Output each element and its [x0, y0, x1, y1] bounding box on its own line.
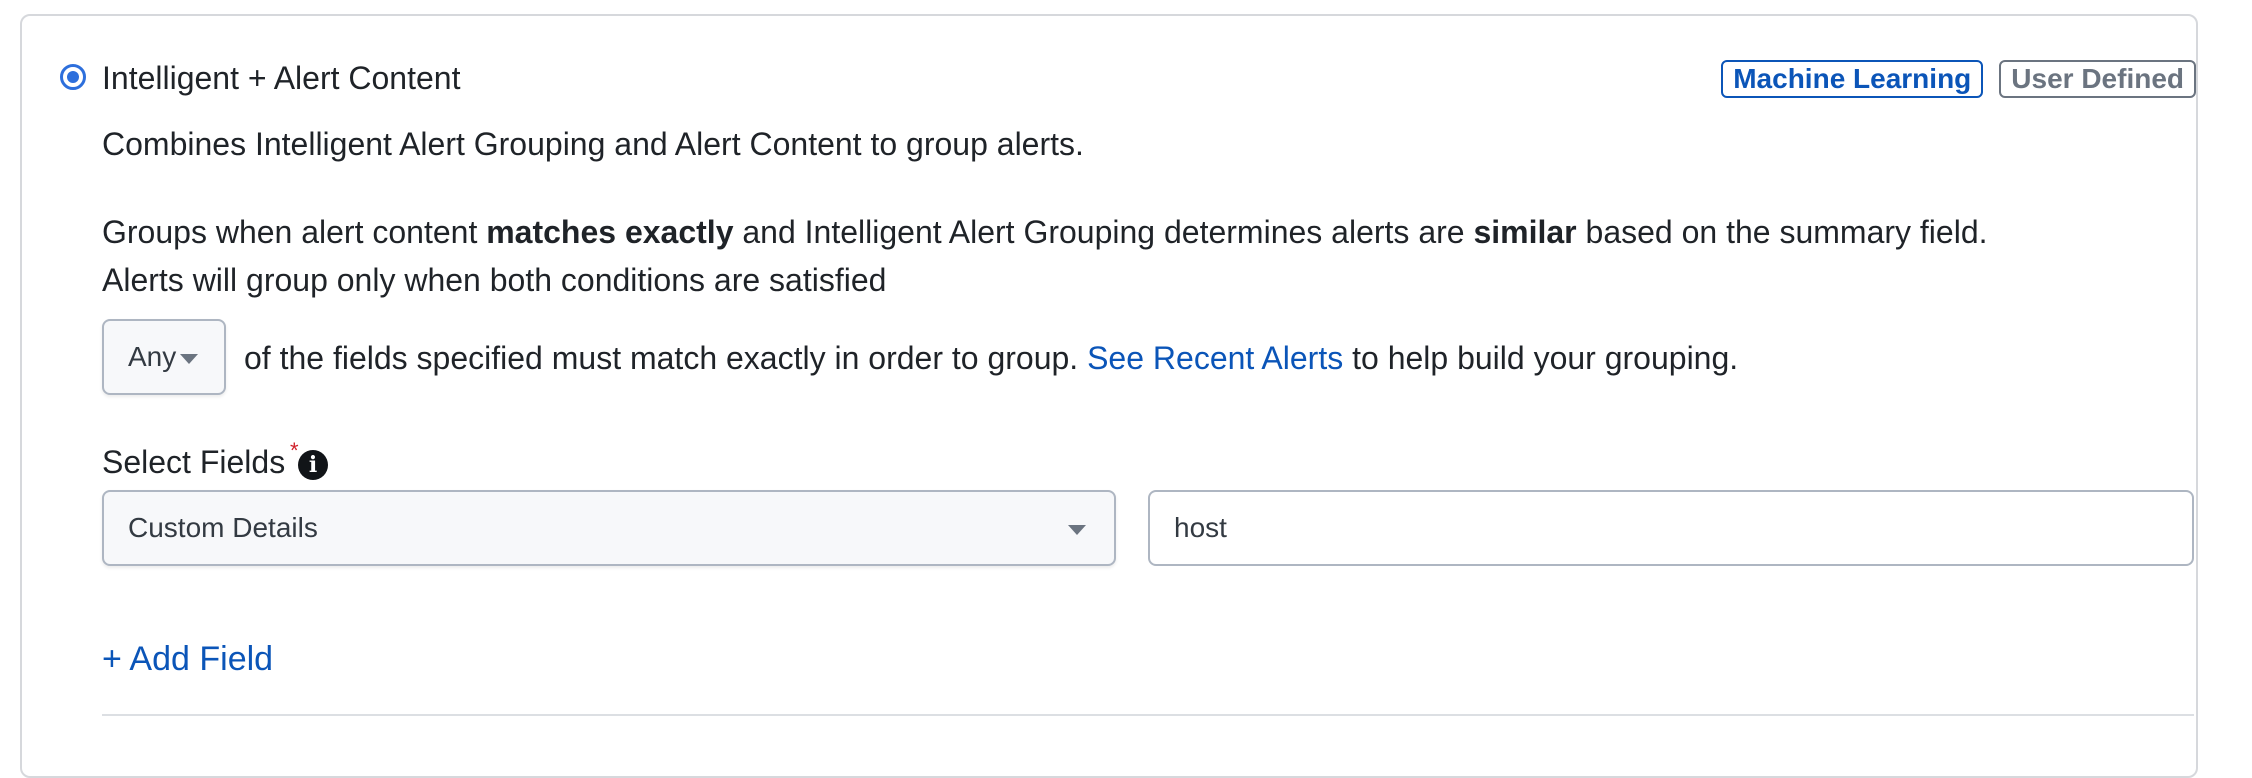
match-mode-text: to help build your grouping.: [1343, 340, 1739, 376]
intelligent-alert-content-radio[interactable]: [60, 64, 86, 90]
rule-description-line-1: Groups when alert content matches exactl…: [102, 212, 1988, 252]
field-name-input[interactable]: [1148, 490, 2194, 566]
match-mode-sentence: of the fields specified must match exact…: [244, 338, 1738, 378]
badge-group: Machine Learning User Defined: [1721, 60, 2196, 98]
chevron-down-icon: [1068, 525, 1086, 535]
option-title[interactable]: Intelligent + Alert Content: [102, 58, 460, 98]
info-icon[interactable]: i: [298, 450, 328, 480]
user-defined-badge: User Defined: [1999, 60, 2196, 98]
rule-emphasis-matches-exactly: matches exactly: [486, 214, 734, 250]
section-divider: [102, 714, 2194, 716]
machine-learning-badge: Machine Learning: [1721, 60, 1984, 98]
match-mode-select[interactable]: Any: [102, 319, 226, 395]
rule-emphasis-similar: similar: [1473, 214, 1577, 250]
field-type-value: Custom Details: [128, 512, 318, 543]
match-mode-value: Any: [128, 341, 177, 372]
see-recent-alerts-link[interactable]: See Recent Alerts: [1087, 340, 1343, 376]
option-description: Combines Intelligent Alert Grouping and …: [102, 126, 1084, 162]
rule-text: based on the summary field.: [1576, 214, 1988, 250]
rule-text: Groups when alert content: [102, 214, 487, 250]
field-type-select[interactable]: Custom Details: [102, 490, 1116, 566]
required-marker: *: [290, 438, 299, 463]
rule-text: and Intelligent Alert Grouping determine…: [733, 214, 1474, 250]
select-fields-label: Select Fields: [102, 444, 286, 480]
match-mode-text: of the fields specified must match exact…: [244, 340, 1088, 376]
rule-description-line-2: Alerts will group only when both conditi…: [102, 262, 887, 298]
add-field-link[interactable]: + Add Field: [102, 638, 273, 680]
chevron-down-icon: [180, 354, 198, 364]
